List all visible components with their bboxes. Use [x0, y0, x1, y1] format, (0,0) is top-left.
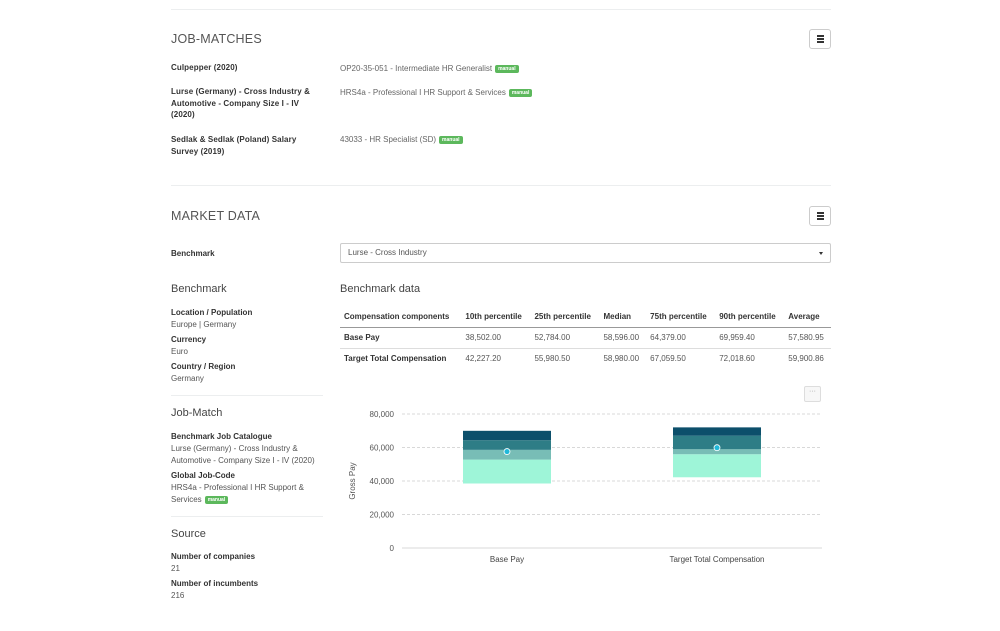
- box-segment-p10-p25: [673, 454, 761, 478]
- job-match-job: OP20-35-051 - Intermediate HR Generalist…: [340, 63, 519, 74]
- column-header: Median: [599, 306, 647, 328]
- y-axis-label: Gross Pay: [348, 462, 357, 499]
- job-code-text: HRS4a - Professional I HR Support & Serv…: [171, 483, 304, 504]
- benchmark-data-table: Compensation components 10th percentile …: [340, 306, 831, 369]
- job-match-survey: Lurse (Germany) - Cross Industry & Autom…: [171, 87, 310, 119]
- sidebar-job-match-heading: Job-Match: [171, 407, 223, 419]
- column-header: Compensation components: [340, 306, 462, 328]
- y-tick-label: 20,000: [370, 511, 395, 520]
- chevron-down-icon: [819, 252, 823, 255]
- box-segment-p75-p90: [463, 430, 551, 441]
- table-cell: 59,900.86: [784, 347, 831, 369]
- companies-value: 21: [171, 564, 180, 573]
- box-segment-p10-p25: [463, 459, 551, 484]
- sidebar-benchmark-heading: Benchmark: [171, 283, 227, 295]
- country-value: Germany: [171, 374, 204, 383]
- sidebar-divider: [171, 395, 323, 396]
- job-code-value: HRS4a - Professional I HR Support & Serv…: [171, 482, 316, 505]
- benchmark-data-heading: Benchmark data: [340, 283, 421, 295]
- market-data-menu-button[interactable]: [809, 206, 831, 226]
- manual-badge: manual: [439, 136, 463, 144]
- table-cell: 67,059.50: [646, 347, 716, 369]
- currency-value: Euro: [171, 347, 188, 356]
- table-row: Target Total Compensation 42,227.20 55,9…: [340, 347, 831, 369]
- job-matches-menu-button[interactable]: [809, 29, 831, 49]
- job-match-survey: Sedlak & Sedlak (Poland) Salary Survey (…: [171, 135, 297, 156]
- benchmark-select-label: Benchmark: [171, 249, 215, 258]
- location-value: Europe | Germany: [171, 320, 237, 329]
- job-code-label: Global Job-Code: [171, 471, 235, 480]
- average-marker: [503, 448, 511, 455]
- section-divider: [171, 185, 831, 186]
- job-matches-title: JOB-MATCHES: [171, 32, 262, 46]
- y-tick-label: 0: [390, 544, 395, 553]
- country-label: Country / Region: [171, 362, 236, 371]
- job-match-job: 43033 - HR Specialist (SD) manual: [340, 134, 463, 145]
- table-cell: Target Total Compensation: [340, 347, 462, 369]
- job-match-job: HRS4a - Professional I HR Support & Serv…: [340, 87, 533, 98]
- companies-label: Number of companies: [171, 552, 256, 561]
- y-tick-label: 80,000: [370, 410, 395, 419]
- table-header-row: Compensation components 10th percentile …: [340, 306, 831, 328]
- table-cell: 55,980.50: [530, 347, 600, 369]
- table-cell: Base Pay: [340, 326, 462, 348]
- job-match-job-label: HRS4a - Professional I HR Support & Serv…: [340, 88, 506, 97]
- column-header: 75th percentile: [646, 306, 716, 328]
- hamburger-icon: [816, 34, 824, 43]
- benchmark-select-value: Lurse - Cross Industry: [348, 248, 427, 257]
- incumbents-value: 216: [171, 591, 185, 600]
- table-cell: 57,580.95: [784, 326, 831, 348]
- benchmark-chart: 0 20,000 40,000 60,000 80,000 Gross Pay Base P…: [348, 410, 822, 564]
- table-row: Base Pay 38,502.00 52,784.00 58,596.00 6…: [340, 326, 831, 348]
- manual-badge: manual: [495, 65, 519, 73]
- table-cell: 72,018.60: [715, 347, 785, 369]
- y-tick-label: 40,000: [370, 477, 395, 486]
- job-match-survey: Culpepper (2020): [171, 63, 238, 72]
- table-cell: 58,596.00: [599, 326, 647, 348]
- location-label: Location / Population: [171, 308, 253, 317]
- column-header: 90th percentile: [715, 306, 785, 328]
- sidebar-source-heading: Source: [171, 528, 206, 540]
- job-match-job-label: OP20-35-051 - Intermediate HR Generalist: [340, 64, 493, 73]
- table-cell: 58,980.00: [599, 347, 647, 369]
- table-cell: 64,379.00: [646, 326, 716, 348]
- currency-label: Currency: [171, 335, 207, 344]
- hamburger-icon: [816, 211, 824, 220]
- manual-badge: manual: [508, 89, 533, 97]
- manual-badge: manual: [204, 495, 229, 504]
- benchmark-select[interactable]: Lurse - Cross Industry: [340, 243, 831, 263]
- table-cell: 42,227.20: [461, 347, 531, 369]
- market-data-title: MARKET DATA: [171, 209, 261, 223]
- box-segment-p75-p90: [673, 427, 761, 436]
- job-match-job-label: 43033 - HR Specialist (SD): [340, 135, 437, 144]
- column-header: Average: [784, 306, 831, 328]
- column-header: 25th percentile: [530, 306, 600, 328]
- x-tick-label: Target Total Compensation: [669, 555, 764, 564]
- top-divider: [171, 9, 831, 10]
- x-tick-label: Base Pay: [490, 555, 524, 564]
- table-cell: 38,502.00: [461, 326, 531, 348]
- y-tick-label: 60,000: [370, 444, 395, 453]
- catalogue-label: Benchmark Job Catalogue: [171, 432, 272, 441]
- table-cell: 52,784.00: [530, 326, 600, 348]
- incumbents-label: Number of incumbents: [171, 579, 259, 588]
- column-header: 10th percentile: [461, 306, 531, 328]
- catalogue-value: Lurse (Germany) - Cross Industry & Autom…: [171, 444, 315, 465]
- sidebar-divider: [171, 516, 323, 517]
- table-cell: 69,959.40: [715, 326, 785, 348]
- average-marker: [713, 444, 721, 452]
